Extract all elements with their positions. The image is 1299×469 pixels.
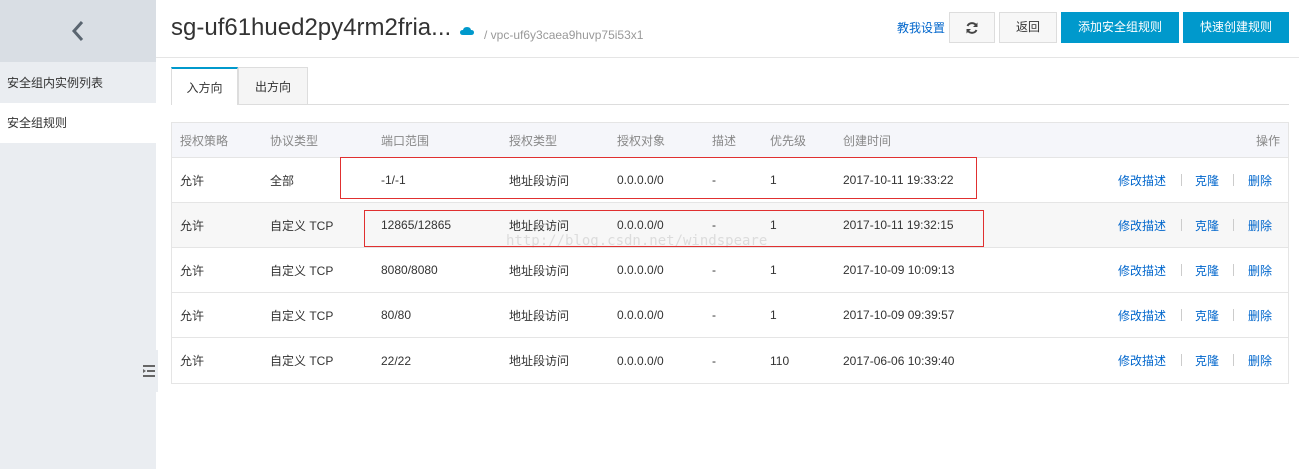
cell-protocol: 自定义 TCP [270,218,334,233]
cell-created: 2017-10-09 10:09:13 [843,263,955,277]
quick-create-rule-button[interactable]: 快速创建规则 [1183,12,1289,43]
cell-desc: - [712,353,716,368]
cell-auth-type: 地址段访问 [509,308,570,323]
edit-desc-link[interactable]: 修改描述 [1118,293,1166,337]
delete-link[interactable]: 删除 [1248,338,1272,383]
cell-auth-type: 地址段访问 [509,263,570,278]
table-row: 允许 自定义 TCP 22/22 地址段访问 0.0.0.0/0 - 110 2… [172,338,1288,383]
clone-link[interactable]: 克隆 [1195,158,1219,202]
cell-protocol: 自定义 TCP [270,308,334,323]
cell-protocol: 自定义 TCP [270,354,334,368]
cell-protocol: 全部 [270,173,295,188]
cell-target: 0.0.0.0/0 [617,263,664,277]
add-rule-button[interactable]: 添加安全组规则 [1061,12,1179,43]
cell-priority: 110 [770,353,790,368]
cell-priority: 1 [770,308,777,322]
action-divider [1181,264,1182,276]
action-divider [1181,219,1182,231]
cell-policy: 允许 [180,218,205,233]
refresh-icon [966,22,978,34]
action-divider [1233,219,1234,231]
delete-link[interactable]: 删除 [1248,293,1272,337]
collapse-icon [143,365,155,377]
help-link[interactable]: 教我设置 [897,19,945,36]
table-header: 授权策略 协议类型 端口范围 授权类型 授权对象 描述 优先级 创建时间 操作 [172,123,1288,158]
sidebar-item-rules[interactable]: 安全组规则 [0,103,156,143]
cell-port: 8080/8080 [381,263,438,277]
cell-target: 0.0.0.0/0 [617,353,664,368]
cell-policy: 允许 [180,354,205,368]
clone-link[interactable]: 克隆 [1195,338,1219,383]
highlight-box [364,210,984,247]
cell-desc: - [712,263,716,277]
highlight-box [340,157,977,199]
tab-divider [238,104,1289,105]
edit-desc-link[interactable]: 修改描述 [1118,158,1166,202]
cell-policy: 允许 [180,173,205,188]
edit-desc-link[interactable]: 修改描述 [1118,338,1166,383]
page-title: sg-uf61hued2py4rm2fria... [171,14,452,41]
edit-desc-link[interactable]: 修改描述 [1118,203,1166,247]
cell-target: 0.0.0.0/0 [617,308,664,322]
cell-created: 2017-06-06 10:39:40 [843,353,955,368]
cell-port: 80/80 [381,308,412,322]
sidebar-item-instances[interactable]: 安全组内实例列表 [0,63,156,103]
tab-outbound[interactable]: 出方向 [238,67,308,105]
header-desc: 描述 [712,133,737,148]
table-row: 允许 自定义 TCP 8080/8080 地址段访问 0.0.0.0/0 - 1… [172,248,1288,293]
cell-policy: 允许 [180,308,205,323]
cell-policy: 允许 [180,263,205,278]
header-priority: 优先级 [770,133,807,148]
table-row: 允许 自定义 TCP 80/80 地址段访问 0.0.0.0/0 - 1 201… [172,293,1288,338]
clone-link[interactable]: 克隆 [1195,203,1219,247]
cell-priority: 1 [770,263,777,277]
back-button[interactable]: 返回 [999,12,1057,43]
header-divider [156,57,1299,58]
action-divider [1233,264,1234,276]
header-auth-type: 授权类型 [509,133,558,148]
chevron-left-icon [71,21,84,41]
header-port: 端口范围 [381,133,430,148]
cell-auth-type: 地址段访问 [509,354,570,368]
clone-link[interactable]: 克隆 [1195,248,1219,292]
cell-desc: - [712,308,716,322]
header-actions: 操作 [1255,133,1280,148]
back-nav-button[interactable] [0,0,156,62]
action-divider [1181,354,1182,366]
delete-link[interactable]: 删除 [1248,203,1272,247]
vpc-id: / vpc-uf6y3caea9huvp75i53x1 [484,28,644,42]
header-protocol: 协议类型 [270,133,319,148]
header-created: 创建时间 [843,133,892,148]
header-target: 授权对象 [617,133,666,148]
action-divider [1181,174,1182,186]
tab-inbound[interactable]: 入方向 [171,67,238,105]
cell-port: 22/22 [381,353,412,368]
header-policy: 授权策略 [180,133,229,148]
sidebar: 安全组内实例列表 安全组规则 [0,0,158,469]
action-divider [1181,309,1182,321]
action-divider [1233,174,1234,186]
delete-link[interactable]: 删除 [1248,248,1272,292]
action-divider [1233,309,1234,321]
delete-link[interactable]: 删除 [1248,158,1272,202]
edit-desc-link[interactable]: 修改描述 [1118,248,1166,292]
refresh-button[interactable] [949,12,995,43]
action-divider [1233,354,1234,366]
cloud-icon [460,27,474,35]
cell-protocol: 自定义 TCP [270,263,334,278]
clone-link[interactable]: 克隆 [1195,293,1219,337]
cell-created: 2017-10-09 09:39:57 [843,308,955,322]
